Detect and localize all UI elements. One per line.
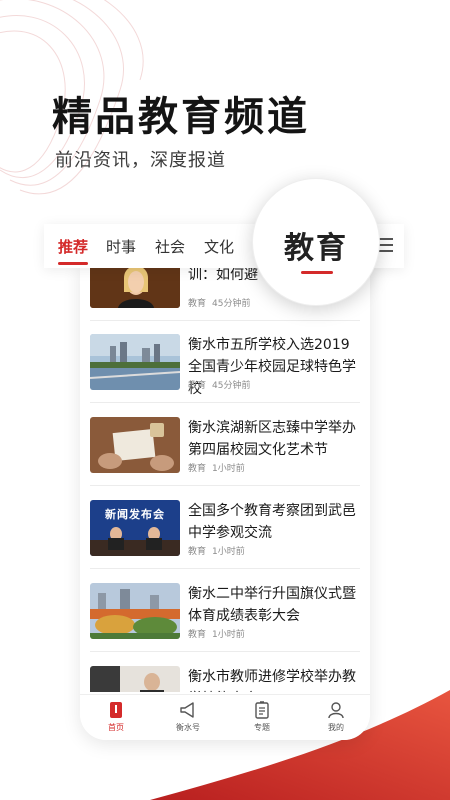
divider	[90, 651, 360, 652]
nav-hengshui-hao[interactable]: 衡水号	[158, 701, 218, 733]
tab-society[interactable]: 社会	[155, 236, 185, 257]
divider	[90, 320, 360, 321]
tab-current-affairs[interactable]: 时事	[106, 236, 136, 257]
divider	[90, 568, 360, 569]
news-meta: 教育 45分钟前	[188, 378, 256, 391]
news-item[interactable]: 衡水二中举行升国旗仪式暨体育成绩表彰大会 教育 1小时前	[90, 583, 360, 641]
news-title: 衡水市教师进修学校举办教学技能大赛	[188, 669, 356, 692]
news-thumbnail	[90, 334, 180, 390]
divider	[90, 485, 360, 486]
news-title: 全国多个教育考察团到武邑中学参观交流	[188, 503, 356, 541]
news-time: 45分钟前	[212, 299, 251, 309]
news-meta: 教育 1小时前	[188, 544, 251, 557]
news-title: 衡水二中举行升国旗仪式暨体育成绩表彰大会	[188, 586, 356, 624]
nav-label: 衡水号	[176, 723, 200, 732]
home-icon	[110, 702, 122, 718]
tab-culture[interactable]: 文化	[204, 236, 234, 257]
news-thumbnail: 新闻发布会	[90, 500, 180, 556]
news-tag: 教育	[188, 630, 207, 640]
news-title: 衡水滨湖新区志臻中学举办第四届校园文化艺术节	[188, 420, 356, 458]
news-item[interactable]: 新闻发布会 全国多个教育考察团到武邑中学参观交流 教育 1小时前	[90, 500, 360, 558]
document-icon	[255, 701, 269, 719]
news-item[interactable]: 衡水市五所学校入选2019全国青少年校园足球特色学校 教育 45分钟前	[90, 334, 360, 397]
news-thumbnail	[90, 262, 180, 308]
nav-label: 专题	[254, 723, 270, 732]
tab-recommend[interactable]: 推荐	[58, 236, 88, 257]
divider	[90, 402, 360, 403]
news-tag: 教育	[188, 381, 207, 391]
news-thumbnail	[90, 583, 180, 639]
active-tab-indicator	[58, 262, 88, 265]
nav-home[interactable]: 首页	[86, 701, 146, 733]
news-tag: 教育	[188, 299, 207, 309]
tab-education-magnified[interactable]: 教育	[252, 178, 380, 306]
phone-mockup: 训：如何避 教育 45分钟前 衡水市五所学校入选2019全国青少年校园足球特色学…	[80, 262, 370, 740]
news-feed[interactable]: 训：如何避 教育 45分钟前 衡水市五所学校入选2019全国青少年校园足球特色学…	[80, 262, 370, 692]
page-headline: 精品教育频道	[52, 94, 310, 140]
news-time: 1小时前	[212, 464, 245, 474]
tab-education-underline	[301, 271, 333, 274]
news-tag: 教育	[188, 464, 207, 474]
tab-education-label: 教育	[284, 231, 348, 266]
news-time: 1小时前	[212, 630, 245, 640]
bottom-navigation: 首页 衡水号 专题 我的	[80, 694, 370, 740]
news-tag: 教育	[188, 547, 207, 557]
nav-special-topics[interactable]: 专题	[232, 701, 292, 733]
news-time: 1小时前	[212, 547, 245, 557]
page-subline: 前沿资讯，深度报道	[55, 150, 226, 171]
news-meta: 教育 1小时前	[188, 627, 251, 640]
nav-profile[interactable]: 我的	[306, 701, 366, 733]
megaphone-icon	[180, 702, 194, 718]
news-item[interactable]: 衡水市教师进修学校举办教学技能大赛	[90, 666, 360, 692]
news-thumbnail	[90, 666, 180, 692]
profile-icon	[328, 702, 344, 719]
news-meta: 教育 45分钟前	[188, 296, 256, 309]
news-item[interactable]: 衡水滨湖新区志臻中学举办第四届校园文化艺术节 教育 1小时前	[90, 417, 360, 475]
nav-label: 首页	[108, 723, 124, 732]
news-thumbnail	[90, 417, 180, 473]
news-meta: 教育 1小时前	[188, 461, 251, 474]
nav-label: 我的	[328, 723, 344, 732]
news-time: 45分钟前	[212, 381, 251, 391]
